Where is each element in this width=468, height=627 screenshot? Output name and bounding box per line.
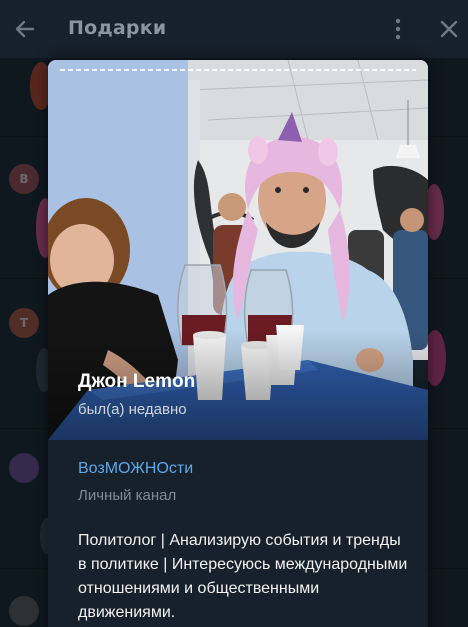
profile-photo[interactable]: Джон Lemon был(а) недавно	[48, 60, 428, 440]
photo-progress-bar	[60, 69, 416, 71]
profile-info-section: ВозМОЖНОсти Личный канал Политолог | Ана…	[48, 440, 428, 627]
close-icon[interactable]	[436, 16, 462, 42]
page-title: Подарки	[68, 17, 167, 39]
personal-channel-label: Личный канал	[78, 487, 177, 504]
profile-last-seen: был(а) недавно	[78, 401, 187, 418]
app-window: Подарки В Т	[0, 0, 468, 627]
personal-channel-link[interactable]: ВозМОЖНОсти	[78, 460, 193, 478]
profile-card: Джон Lemon был(а) недавно ВозМОЖНОсти Ли…	[48, 60, 428, 627]
profile-name: Джон Lemon	[78, 371, 196, 392]
back-arrow-icon[interactable]	[12, 16, 38, 42]
profile-bio: Политолог | Анализирую события и тренды …	[78, 532, 408, 621]
more-vertical-icon[interactable]	[386, 16, 410, 42]
top-bar: Подарки	[0, 0, 468, 58]
